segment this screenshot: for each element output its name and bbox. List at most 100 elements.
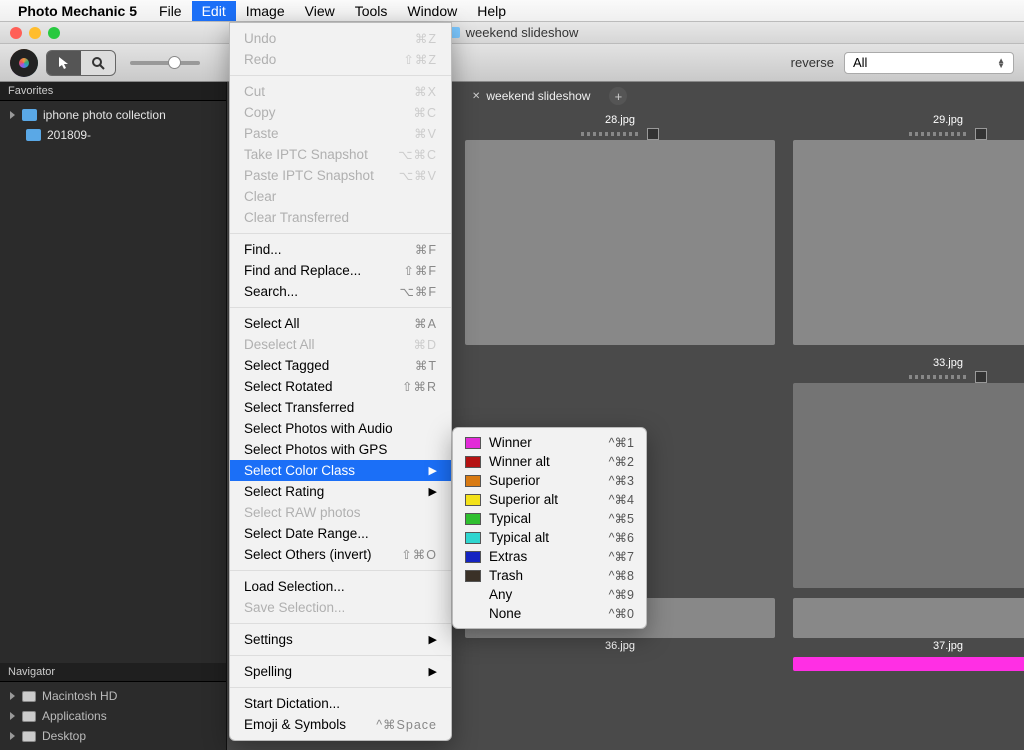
navigator-item[interactable]: Macintosh HD (4, 686, 222, 706)
menu-item-label: Take IPTC Snapshot (244, 147, 368, 162)
tag-checkbox[interactable] (975, 128, 987, 140)
window-titlebar: weekend slideshow (0, 22, 1024, 44)
menu-item[interactable]: Load Selection... (230, 576, 451, 597)
thumbnail-filename: 29.jpg (933, 114, 963, 126)
submenu-item[interactable]: Superior^⌘3 (453, 471, 646, 490)
disclosure-icon[interactable] (10, 712, 16, 720)
rating-dots[interactable] (909, 132, 969, 136)
menu-item[interactable]: Find and Replace...⇧⌘F (230, 260, 451, 281)
submenu-item[interactable]: Typical alt^⌘6 (453, 528, 646, 547)
menu-help[interactable]: Help (467, 1, 516, 21)
disclosure-icon[interactable] (10, 732, 16, 740)
submenu-item-label: Typical (489, 511, 601, 526)
submenu-arrow-icon: ▶ (429, 665, 437, 678)
submenu-item[interactable]: None^⌘0 (453, 604, 646, 623)
navigator-list: Macintosh HD Applications Desktop (0, 682, 226, 750)
thumbnail[interactable]: 29.jpg (793, 112, 1024, 345)
navigator-item[interactable]: Desktop (4, 726, 222, 746)
favorites-item[interactable]: 201809- (4, 125, 222, 145)
menu-item-shortcut: ⌘X (414, 84, 437, 99)
tag-checkbox[interactable] (975, 371, 987, 383)
submenu-item[interactable]: Any^⌘9 (453, 585, 646, 604)
thumbnail[interactable]: 28.jpg (465, 112, 775, 345)
menu-item[interactable]: Select Tagged⌘T (230, 355, 451, 376)
menu-file[interactable]: File (149, 1, 192, 21)
menu-item[interactable]: Select Transferred (230, 397, 451, 418)
menu-item[interactable]: Select Photos with GPS (230, 439, 451, 460)
edit-menu[interactable]: Undo⌘ZRedo⇧⌘ZCut⌘XCopy⌘CPaste⌘VTake IPTC… (229, 22, 452, 741)
menu-item[interactable]: Select Date Range... (230, 523, 451, 544)
menu-item[interactable]: Search...⌥⌘F (230, 281, 451, 302)
menu-tools[interactable]: Tools (345, 1, 398, 21)
menu-window[interactable]: Window (397, 1, 467, 21)
zoom-slider-knob[interactable] (168, 56, 181, 69)
menu-item[interactable]: Select Color Class▶ (230, 460, 451, 481)
color-swatch (465, 513, 481, 525)
rating-dots[interactable] (581, 132, 641, 136)
submenu-item-shortcut: ^⌘1 (609, 435, 634, 450)
menu-item[interactable]: Select Rating▶ (230, 481, 451, 502)
menu-item[interactable]: Select Rotated⇧⌘R (230, 376, 451, 397)
menu-item-label: Copy (244, 105, 276, 120)
menu-item[interactable]: Emoji & Symbols^⌘Space (230, 714, 451, 735)
disclosure-icon[interactable] (10, 111, 16, 119)
menu-item[interactable]: Spelling▶ (230, 661, 451, 682)
menu-item[interactable]: Select Others (invert)⇧⌘O (230, 544, 451, 565)
submenu-item-label: Winner alt (489, 454, 601, 469)
cursor-tool[interactable] (47, 51, 81, 75)
minimize-window-button[interactable] (29, 27, 41, 39)
menu-item: Undo⌘Z (230, 28, 451, 49)
menu-item-shortcut: ⌘Z (415, 31, 437, 46)
zoom-slider[interactable] (130, 61, 200, 65)
thumbnail[interactable]: 37.jpg (793, 598, 1024, 671)
navigator-item[interactable]: Applications (4, 706, 222, 726)
disclosure-icon[interactable] (10, 692, 16, 700)
submenu-item[interactable]: Winner alt^⌘2 (453, 452, 646, 471)
menu-item-label: Select All (244, 316, 300, 331)
submenu-arrow-icon: ▶ (429, 464, 437, 477)
app-logo-icon[interactable] (10, 49, 38, 77)
zoom-tool[interactable] (81, 51, 115, 75)
thumbnail[interactable]: 33.jpg (793, 355, 1024, 588)
submenu-item[interactable]: Typical^⌘5 (453, 509, 646, 528)
close-window-button[interactable] (10, 27, 22, 39)
close-icon[interactable]: ✕ (472, 91, 480, 102)
thumbnail-image[interactable] (793, 383, 1024, 588)
add-tab-button[interactable]: + (609, 87, 627, 105)
filter-select[interactable]: All ▲▼ (844, 52, 1014, 74)
menu-item: Clear (230, 186, 451, 207)
menu-item-shortcut: ⌘A (414, 316, 437, 331)
menu-item[interactable]: Select Photos with Audio (230, 418, 451, 439)
color-swatch (465, 494, 481, 506)
menu-item: Deselect All⌘D (230, 334, 451, 355)
submenu-item[interactable]: Superior alt^⌘4 (453, 490, 646, 509)
menu-item[interactable]: Find...⌘F (230, 239, 451, 260)
select-color-class-submenu[interactable]: Winner^⌘1Winner alt^⌘2Superior^⌘3Superio… (452, 427, 647, 629)
favorites-item[interactable]: iphone photo collection (4, 105, 222, 125)
thumbnail-image[interactable] (465, 140, 775, 345)
menu-item-shortcut: ⌥⌘C (398, 147, 437, 162)
menu-item-label: Deselect All (244, 337, 315, 352)
zoom-window-button[interactable] (48, 27, 60, 39)
rating-dots[interactable] (909, 375, 969, 379)
tool-mode-toggle[interactable] (46, 50, 116, 76)
app-name[interactable]: Photo Mechanic 5 (18, 3, 137, 19)
menu-edit[interactable]: Edit (192, 1, 236, 21)
menu-item[interactable]: Settings▶ (230, 629, 451, 650)
tag-checkbox[interactable] (647, 128, 659, 140)
menu-item[interactable]: Start Dictation... (230, 693, 451, 714)
menu-item-shortcut: ⌘F (415, 242, 437, 257)
menu-view[interactable]: View (295, 1, 345, 21)
menu-item: Copy⌘C (230, 102, 451, 123)
tab-weekend-slideshow[interactable]: ✕ weekend slideshow (462, 84, 604, 108)
submenu-item[interactable]: Extras^⌘7 (453, 547, 646, 566)
menu-image[interactable]: Image (236, 1, 295, 21)
thumbnail-image[interactable] (793, 598, 1024, 638)
thumbnail-filename: 36.jpg (605, 640, 635, 652)
menu-item: Take IPTC Snapshot ⌥⌘C (230, 144, 451, 165)
menubar[interactable]: Photo Mechanic 5 File Edit Image View To… (0, 0, 1024, 22)
submenu-item[interactable]: Trash^⌘8 (453, 566, 646, 585)
thumbnail-image[interactable] (793, 140, 1024, 345)
submenu-item[interactable]: Winner^⌘1 (453, 433, 646, 452)
menu-item[interactable]: Select All ⌘A (230, 313, 451, 334)
